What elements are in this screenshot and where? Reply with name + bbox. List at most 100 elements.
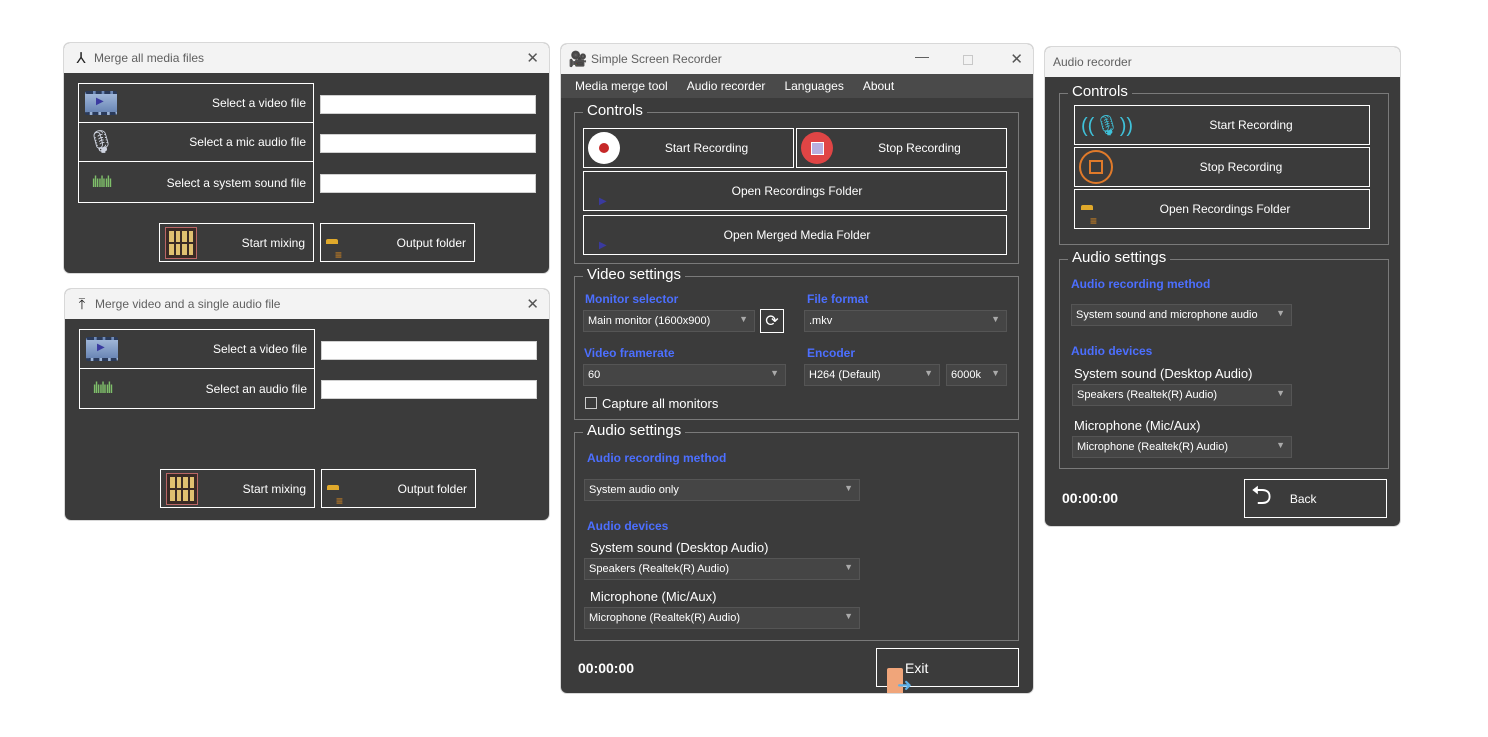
minimize-icon[interactable]: — bbox=[915, 48, 929, 64]
open-merged-folder-button[interactable]: Open Merged Media Folder bbox=[583, 215, 1007, 255]
select-system-row[interactable]: ılıılıılı Select a system sound file bbox=[79, 163, 313, 202]
refresh-icon[interactable]: ⟳ bbox=[760, 309, 784, 333]
open-recordings-folder-button[interactable]: Open Recordings Folder bbox=[583, 171, 1007, 211]
audio-settings-legend: Audio settings bbox=[1068, 249, 1171, 266]
system-sound-value: Speakers (Realtek(R) Audio) bbox=[589, 563, 730, 575]
microphone-value: Microphone (Realtek(R) Audio) bbox=[1077, 441, 1229, 453]
sound-wave-icon: ılıılıılı bbox=[92, 379, 113, 397]
output-folder-button[interactable]: Output folder bbox=[320, 223, 475, 262]
select-audio-label: Select an audio file bbox=[205, 381, 307, 396]
sound-wave-icon: ılıılıılı bbox=[91, 173, 112, 191]
framerate-select[interactable]: 60 ▼ bbox=[583, 364, 786, 386]
audio-method-value: System sound and microphone audio bbox=[1076, 309, 1258, 321]
select-video-label: Select a video file bbox=[212, 342, 307, 356]
chevron-down-icon: ▼ bbox=[770, 368, 779, 378]
menubar: Media merge tool Audio recorder Language… bbox=[561, 74, 1033, 98]
recording-timer: 00:00:00 bbox=[1062, 490, 1119, 506]
video-file-input[interactable] bbox=[320, 95, 536, 114]
audio-method-label: Audio recording method bbox=[1071, 277, 1211, 291]
start-mixing-label: Start mixing bbox=[242, 481, 306, 496]
audio-settings-legend: Audio settings bbox=[583, 422, 686, 439]
start-recording-button[interactable]: Start Recording bbox=[583, 128, 794, 168]
close-icon[interactable]: ✕ bbox=[526, 295, 539, 313]
stop-recording-button[interactable]: Stop Recording bbox=[796, 128, 1007, 168]
start-recording-button[interactable]: ((🎙)) Start Recording bbox=[1074, 105, 1370, 145]
audio-file-input[interactable] bbox=[321, 380, 537, 399]
start-recording-label: Start Recording bbox=[1209, 118, 1293, 132]
file-format-select[interactable]: .mkv ▼ bbox=[804, 310, 1007, 332]
chevron-down-icon: ▼ bbox=[1276, 440, 1285, 450]
microphone-select[interactable]: Microphone (Realtek(R) Audio) ▼ bbox=[1072, 436, 1292, 458]
merge-icon: ⅄ bbox=[76, 50, 86, 67]
maximize-icon[interactable] bbox=[963, 55, 973, 65]
microphone-label: Microphone (Mic/Aux) bbox=[1074, 418, 1201, 433]
select-mic-row[interactable]: 🎙 Select a mic audio file bbox=[79, 123, 313, 162]
merge-all-titlebar: ⅄ Merge all media files ✕ bbox=[64, 43, 549, 73]
system-file-input[interactable] bbox=[320, 174, 536, 193]
start-mixing-button[interactable]: Start mixing bbox=[159, 223, 314, 262]
output-folder-button[interactable]: Output folder bbox=[321, 469, 476, 508]
video-file-icon bbox=[82, 337, 122, 361]
file-format-value: .mkv bbox=[809, 315, 833, 327]
close-icon[interactable]: ✕ bbox=[526, 49, 539, 67]
output-folder-label: Output folder bbox=[397, 481, 467, 496]
menu-audio-recorder[interactable]: Audio recorder bbox=[687, 79, 766, 93]
open-recordings-folder-button[interactable]: Open Recordings Folder bbox=[1074, 189, 1370, 229]
select-video-row[interactable]: Select a video file bbox=[80, 330, 314, 369]
chevron-down-icon: ▼ bbox=[739, 314, 748, 324]
select-system-label: Select a system sound file bbox=[166, 175, 306, 190]
system-sound-select[interactable]: Speakers (Realtek(R) Audio) ▼ bbox=[584, 558, 860, 580]
encoder-select[interactable]: H264 (Default) ▼ bbox=[804, 364, 940, 386]
start-mixing-label: Start mixing bbox=[241, 235, 305, 250]
file-select-group: Select a video file ılıılıılı Select an … bbox=[79, 329, 315, 409]
select-video-row[interactable]: Select a video file bbox=[79, 84, 313, 123]
system-sound-select[interactable]: Speakers (Realtek(R) Audio) ▼ bbox=[1072, 384, 1292, 406]
main-titlebar: 🎥 Simple Screen Recorder — ✕ bbox=[561, 44, 1033, 74]
close-icon[interactable]: ✕ bbox=[1010, 50, 1023, 68]
stop-icon bbox=[1079, 150, 1113, 184]
system-sound-value: Speakers (Realtek(R) Audio) bbox=[1077, 389, 1218, 401]
chevron-down-icon: ▼ bbox=[844, 611, 853, 621]
merge-single-titlebar: ⤒ Merge video and a single audio file ✕ bbox=[65, 289, 549, 319]
open-recordings-label: Open Recordings Folder bbox=[731, 184, 863, 198]
audio-method-select[interactable]: System sound and microphone audio ▼ bbox=[1071, 304, 1292, 326]
menu-about[interactable]: About bbox=[863, 79, 894, 93]
microphone-icon: 🎙 bbox=[87, 129, 115, 154]
capture-all-monitors-checkbox[interactable] bbox=[585, 397, 597, 409]
menu-languages[interactable]: Languages bbox=[784, 79, 843, 93]
chevron-down-icon: ▼ bbox=[844, 562, 853, 572]
monitor-select[interactable]: Main monitor (1600x900) ▼ bbox=[583, 310, 755, 332]
bitrate-value: 6000k bbox=[951, 369, 981, 381]
stop-recording-button[interactable]: Stop Recording bbox=[1074, 147, 1370, 187]
microphone-value: Microphone (Realtek(R) Audio) bbox=[589, 612, 741, 624]
back-label: Back bbox=[1289, 491, 1317, 506]
chevron-down-icon: ▼ bbox=[844, 483, 853, 493]
exit-label: Exit bbox=[905, 659, 929, 676]
exit-button[interactable]: ➜ Exit bbox=[876, 648, 1019, 693]
window-title: Merge all media files bbox=[94, 51, 205, 65]
audio-method-label: Audio recording method bbox=[587, 451, 727, 465]
audio-method-select[interactable]: System audio only ▼ bbox=[584, 479, 860, 501]
bitrate-select[interactable]: 6000k ▼ bbox=[946, 364, 1007, 386]
stop-recording-label: Stop Recording bbox=[1199, 160, 1283, 174]
capture-all-monitors-label: Capture all monitors bbox=[602, 396, 719, 411]
select-mic-label: Select a mic audio file bbox=[189, 135, 306, 149]
start-recording-label: Start Recording bbox=[664, 141, 749, 155]
back-button[interactable]: ⮌ Back bbox=[1244, 479, 1387, 518]
stop-icon bbox=[801, 132, 833, 164]
select-audio-row[interactable]: ılıılıılı Select an audio file bbox=[80, 369, 314, 408]
video-file-input[interactable] bbox=[321, 341, 537, 360]
video-framerate-label: Video framerate bbox=[584, 346, 675, 360]
chevron-down-icon: ▼ bbox=[1276, 388, 1285, 398]
system-sound-label: System sound (Desktop Audio) bbox=[1074, 366, 1253, 381]
mixer-icon bbox=[165, 226, 197, 259]
recording-timer: 00:00:00 bbox=[578, 660, 635, 676]
microphone-select[interactable]: Microphone (Realtek(R) Audio) ▼ bbox=[584, 607, 860, 629]
menu-media-merge-tool[interactable]: Media merge tool bbox=[575, 79, 668, 93]
controls-legend: Controls bbox=[583, 102, 647, 119]
video-file-icon bbox=[81, 91, 121, 115]
mic-file-input[interactable] bbox=[320, 134, 536, 153]
merge-single-window: ⤒ Merge video and a single audio file ✕ … bbox=[65, 289, 549, 520]
open-merged-label: Open Merged Media Folder bbox=[723, 228, 871, 242]
start-mixing-button[interactable]: Start mixing bbox=[160, 469, 315, 508]
